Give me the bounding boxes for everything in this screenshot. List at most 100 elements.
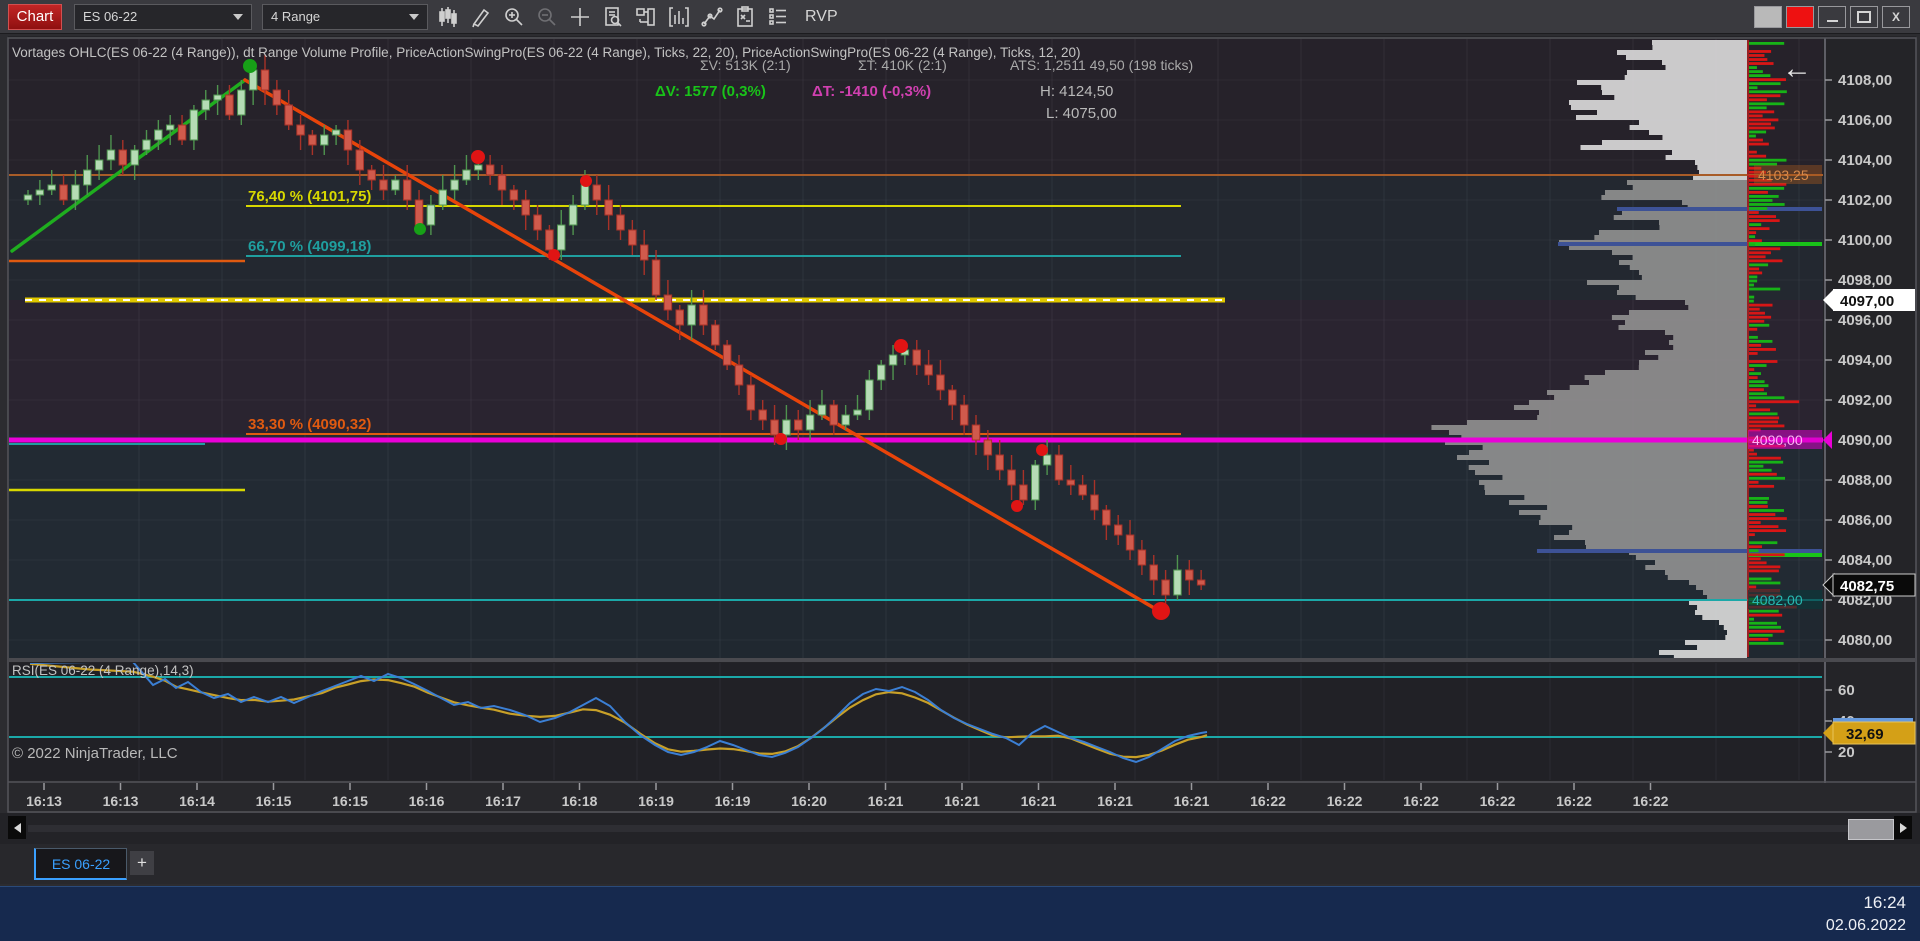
last-price-tag: 4082,75 — [1822, 572, 1916, 598]
svg-text:16:22: 16:22 — [1480, 793, 1516, 809]
svg-text:16:19: 16:19 — [638, 793, 674, 809]
maximize-icon — [1857, 11, 1871, 23]
draw-button[interactable] — [468, 5, 494, 29]
open-price-label: 4103,25 — [1754, 165, 1822, 184]
svg-text:4108,00: 4108,00 — [1838, 72, 1892, 89]
stat-session-low: L: 4075,00 — [1046, 105, 1117, 122]
clock-date: 02.06.2022 — [1825, 916, 1906, 934]
window-link-button[interactable] — [633, 5, 659, 29]
interval-selector-value: 4 Range — [271, 9, 321, 24]
chart-scrollbar — [0, 813, 1920, 844]
svg-text:4088,00: 4088,00 — [1838, 472, 1892, 489]
chevron-down-icon — [233, 13, 243, 20]
draw-pencil-icon — [472, 8, 490, 27]
svg-text:4102,00: 4102,00 — [1838, 192, 1892, 209]
svg-text:16:21: 16:21 — [1174, 793, 1210, 809]
drawing-tools-icon — [701, 6, 723, 27]
svg-text:4084,00: 4084,00 — [1838, 552, 1892, 569]
rsi-label: RSI(ES 06-22 (4 Range),14,3) — [12, 663, 194, 678]
scroll-right-button[interactable] — [1894, 816, 1912, 839]
strategies-button[interactable] — [732, 5, 758, 29]
chart-canvas[interactable]: 4108,00 4106,00 4104,00 4102,00 4100,00 4098,… — [0, 0, 1920, 941]
fib-76-label: 76,40 % (4101,75) — [248, 188, 371, 205]
svg-text:16:17: 16:17 — [485, 793, 521, 809]
zoom-in-button[interactable] — [501, 5, 527, 29]
svg-text:4098,00: 4098,00 — [1838, 272, 1892, 289]
stat-delta-t: ΔT: -1410 (-0,3%) — [812, 83, 931, 100]
svg-text:4082,75: 4082,75 — [1840, 578, 1894, 595]
chart-style-icon — [439, 6, 457, 27]
tab-strip: ES 06-22 + — [0, 844, 1920, 884]
svg-text:16:22: 16:22 — [1403, 793, 1439, 809]
scrollbar-track[interactable] — [28, 825, 1890, 832]
interval-selector[interactable]: 4 Range — [262, 3, 428, 30]
svg-text:16:22: 16:22 — [1633, 793, 1669, 809]
instrument-selector[interactable]: ES 06-22 — [74, 3, 252, 30]
drawing-tools-button[interactable] — [699, 5, 725, 29]
zoom-in-icon — [505, 7, 523, 26]
add-tab-button[interactable]: + — [130, 851, 154, 875]
crosshair-icon — [571, 7, 589, 26]
window-link-icon — [636, 7, 655, 26]
os-taskbar[interactable]: 16:24 02.06.2022 — [0, 886, 1920, 941]
svg-text:16:15: 16:15 — [256, 793, 292, 809]
poc-price-tag: 4097,00 — [1823, 289, 1915, 311]
svg-text:16:19: 16:19 — [715, 793, 751, 809]
indicators-button[interactable] — [666, 5, 692, 29]
svg-text:4104,00: 4104,00 — [1838, 152, 1892, 169]
svg-text:4092,00: 4092,00 — [1838, 392, 1892, 409]
svg-text:4080,00: 4080,00 — [1838, 632, 1892, 649]
stat-sigma-t: ΣT: 410K (2:1) — [858, 57, 947, 73]
svg-text:16:13: 16:13 — [103, 793, 139, 809]
title-bar: Chart ES 06-22 4 Range RVP X — [0, 0, 1920, 34]
zoom-out-icon — [538, 7, 556, 26]
svg-text:4106,00: 4106,00 — [1838, 112, 1892, 129]
zoom-out-button[interactable] — [534, 5, 560, 29]
properties-button[interactable] — [765, 5, 791, 29]
minimize-button[interactable] — [1818, 6, 1846, 28]
svg-text:16:21: 16:21 — [944, 793, 980, 809]
svg-text:16:15: 16:15 — [332, 793, 368, 809]
instrument-link-button[interactable] — [1754, 6, 1782, 28]
strategies-icon — [737, 5, 753, 27]
magenta-price-label: 4090,00 — [1748, 430, 1832, 449]
instrument-selector-value: ES 06-22 — [83, 9, 138, 24]
crosshair-button[interactable] — [567, 5, 593, 29]
rvp-label: RVP — [805, 7, 838, 25]
stat-session-high: H: 4124,50 — [1040, 83, 1113, 100]
svg-text:4100,00: 4100,00 — [1838, 232, 1892, 249]
svg-text:16:13: 16:13 — [26, 793, 62, 809]
stat-ats: ATS: 1,2511 49,50 (198 ticks) — [1010, 57, 1193, 73]
triangle-left-icon — [13, 822, 21, 833]
svg-text:16:20: 16:20 — [791, 793, 827, 809]
svg-text:16:16: 16:16 — [409, 793, 445, 809]
chart-window: 4108,00 4106,00 4104,00 4102,00 4100,00 4098,… — [0, 0, 1920, 941]
svg-text:32,69: 32,69 — [1846, 726, 1884, 743]
svg-text:4090,00: 4090,00 — [1752, 432, 1803, 448]
scroll-left-button[interactable] — [8, 816, 26, 839]
svg-text:4086,00: 4086,00 — [1838, 512, 1892, 529]
chevron-down-icon — [409, 13, 419, 20]
data-box-button[interactable] — [600, 5, 626, 29]
svg-text:4090,00: 4090,00 — [1838, 432, 1892, 449]
scroll-back-arrow-icon[interactable]: ← — [1782, 52, 1812, 85]
svg-text:16:14: 16:14 — [179, 793, 215, 809]
taskbar-clock[interactable]: 16:24 02.06.2022 — [1826, 892, 1906, 937]
app-menu-button[interactable]: Chart — [8, 3, 62, 30]
close-button[interactable]: X — [1882, 6, 1910, 28]
scrollbar-thumb[interactable] — [1848, 819, 1894, 840]
svg-text:16:22: 16:22 — [1250, 793, 1286, 809]
svg-text:4097,00: 4097,00 — [1840, 293, 1894, 310]
clock-time: 16:24 — [1863, 893, 1906, 912]
stat-delta-v: ΔV: 1577 (0,3%) — [655, 83, 766, 100]
interval-link-button[interactable] — [1786, 6, 1814, 28]
maximize-button[interactable] — [1850, 6, 1878, 28]
triangle-right-icon — [1899, 822, 1907, 833]
fib-33-label: 33,30 % (4090,32) — [248, 416, 371, 433]
fib-66-label: 66,70 % (4099,18) — [248, 238, 371, 255]
properties-icon — [769, 7, 786, 25]
tab-es-06-22[interactable]: ES 06-22 — [34, 848, 127, 880]
chart-style-button[interactable] — [435, 5, 461, 29]
svg-text:20: 20 — [1838, 744, 1855, 761]
svg-text:16:18: 16:18 — [562, 793, 598, 809]
